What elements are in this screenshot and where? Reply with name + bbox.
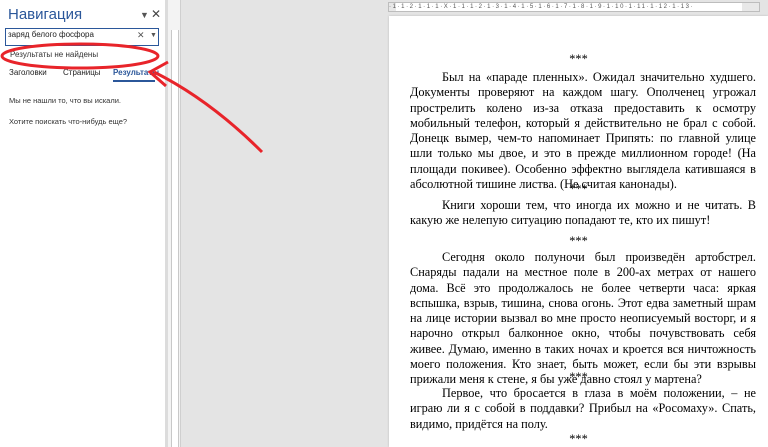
no-results-label: Результаты не найдены	[10, 50, 99, 59]
paragraph: Книги хороши тем, что иногда их можно и …	[410, 198, 756, 228]
close-icon[interactable]: ✕	[151, 7, 161, 21]
document-page[interactable]: *** Был на «параде пленных». Ожидал знач…	[389, 16, 768, 447]
search-again-message: Хотите поискать что-нибудь еще?	[9, 117, 128, 126]
section-separator: ***	[569, 234, 588, 248]
tab-headings[interactable]: Заголовки	[9, 68, 47, 77]
paragraph: Сегодня около полуночи был произведён ар…	[410, 250, 756, 387]
tab-results[interactable]: Результаты	[113, 68, 159, 77]
nav-options-dropdown-icon[interactable]: ▼	[140, 10, 149, 20]
nav-tabs: Заголовки Страницы Результаты	[0, 68, 165, 82]
vertical-ruler	[168, 0, 181, 447]
ruler-numbers: ·1·1·2·1·1·1·X·1·1·1·2·1·3·1·4·1·5·1·6·1…	[389, 4, 695, 10]
vertical-ruler-bar	[171, 30, 179, 447]
section-separator: ***	[569, 182, 588, 196]
search-options-icon[interactable]: ▼	[150, 32, 157, 39]
navigation-pane: Навигация ▼ ✕ ✕ ▼ Результаты не найдены …	[0, 0, 165, 447]
horizontal-ruler[interactable]: ·1·1·2·1·1·1·X·1·1·1·2·1·3·1·4·1·5·1·6·1…	[388, 2, 760, 12]
nav-title: Навигация	[8, 6, 83, 23]
not-found-message: Мы не нашли то, что вы искали.	[9, 96, 121, 105]
tab-pages[interactable]: Страницы	[63, 68, 101, 77]
section-separator: ***	[569, 52, 588, 66]
clear-search-icon[interactable]: ✕	[137, 30, 145, 41]
section-separator: ***	[569, 370, 588, 384]
search-box[interactable]: ✕ ▼	[5, 28, 159, 46]
paragraph: Был на «параде пленных». Ожидал значител…	[410, 70, 756, 192]
search-input[interactable]	[8, 30, 133, 39]
active-tab-indicator	[113, 80, 155, 82]
paragraph: Первое, что бросается в глаза в моём пол…	[410, 386, 756, 431]
section-separator: ***	[569, 432, 588, 446]
